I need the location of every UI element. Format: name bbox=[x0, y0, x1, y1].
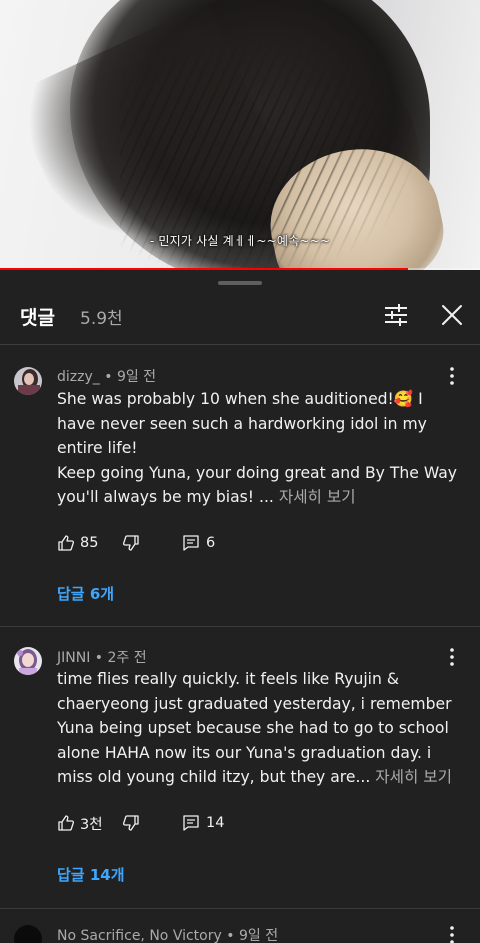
thumbs-down-icon bbox=[122, 535, 139, 551]
comment-author[interactable]: No Sacrifice, No Victory bbox=[57, 928, 222, 943]
comment-line: miss old young child itzy, but they are.… bbox=[57, 768, 371, 786]
read-more-link[interactable]: 자세히 보기 bbox=[375, 768, 452, 786]
avatar-image bbox=[14, 647, 42, 675]
comment-time: 9일 전 bbox=[238, 928, 279, 943]
comment-line: She was probably 10 when she auditioned!… bbox=[57, 390, 423, 408]
header-divider bbox=[0, 344, 480, 345]
comment-line: have never seen such a hardworking idol … bbox=[57, 414, 427, 433]
thumbs-up-icon bbox=[58, 815, 75, 831]
close-button[interactable] bbox=[436, 299, 468, 331]
comment-line: Yuna being upset because she had to go t… bbox=[57, 719, 449, 737]
more-options-button[interactable] bbox=[442, 365, 462, 387]
more-vert-icon bbox=[450, 648, 454, 666]
drag-handle[interactable] bbox=[218, 281, 262, 285]
comment-line: you'll always be my bias! ... bbox=[57, 488, 274, 506]
comment-time: 9일 전 bbox=[116, 369, 157, 385]
comment-separator bbox=[0, 626, 480, 627]
sort-button[interactable] bbox=[380, 299, 412, 331]
comment-author[interactable]: dizzy_ bbox=[57, 369, 100, 385]
reply-button[interactable]: 6 bbox=[182, 531, 215, 555]
thumbs-up-icon bbox=[58, 535, 75, 551]
comment-icon bbox=[183, 815, 199, 831]
more-vert-icon bbox=[450, 926, 454, 943]
meta-dot: • bbox=[94, 650, 108, 666]
more-vert-icon bbox=[450, 367, 454, 385]
reply-button[interactable]: 14 bbox=[182, 811, 224, 835]
comment-item: dizzy_ • 9일 전 She was probably 10 when s… bbox=[0, 361, 480, 621]
comments-count: 5.9천 bbox=[80, 309, 123, 329]
comment-separator bbox=[0, 908, 480, 909]
video-progress-bar[interactable] bbox=[0, 268, 480, 270]
comment-meta: No Sacrifice, No Victory • 9일 전 bbox=[57, 925, 278, 943]
comment-icon bbox=[183, 535, 199, 551]
video-progress-fill bbox=[0, 268, 408, 270]
close-icon bbox=[442, 305, 462, 325]
avatar-image bbox=[14, 367, 42, 395]
comment-actions: 3천 14 bbox=[57, 811, 417, 835]
comment-meta: dizzy_ • 9일 전 bbox=[57, 366, 156, 386]
comment-actions: 85 6 bbox=[57, 531, 417, 555]
comments-panel: 댓글 5.9천 dizzy_ • 9일 전 She was probably 1… bbox=[0, 271, 480, 943]
avatar[interactable] bbox=[14, 647, 42, 675]
more-options-button[interactable] bbox=[442, 924, 462, 943]
view-replies-button[interactable]: 답글 14개 bbox=[57, 864, 125, 885]
like-count: 3천 bbox=[80, 816, 103, 833]
view-replies-button[interactable]: 답글 6개 bbox=[57, 583, 114, 604]
comment-item: JINNI • 2주 전 time flies really quickly. … bbox=[0, 643, 480, 903]
avatar[interactable] bbox=[14, 925, 42, 943]
comment-meta: JINNI • 2주 전 bbox=[57, 647, 147, 667]
comment-line: Keep going Yuna, your doing great and By… bbox=[57, 463, 458, 482]
comments-header: 댓글 5.9천 bbox=[0, 293, 480, 341]
video-subtitle: - 민지가 사실 계ㅔㅔ~~예속~~~ bbox=[149, 234, 331, 248]
reply-count: 6 bbox=[206, 535, 216, 551]
dislike-button[interactable] bbox=[122, 531, 140, 555]
read-more-link[interactable]: 자세히 보기 bbox=[279, 488, 356, 506]
avatar[interactable] bbox=[14, 367, 42, 395]
reply-count: 14 bbox=[206, 815, 225, 831]
comment-line: chaeryeong just graduated yesterday, i r… bbox=[57, 694, 452, 713]
thumbs-down-icon bbox=[122, 815, 139, 831]
comment-item: No Sacrifice, No Victory • 9일 전 bbox=[0, 923, 480, 943]
sort-icon bbox=[385, 304, 407, 326]
comment-author[interactable]: JINNI bbox=[57, 650, 90, 666]
comment-line: entire life! bbox=[57, 439, 138, 457]
more-options-button[interactable] bbox=[442, 646, 462, 668]
comment-time: 2주 전 bbox=[107, 650, 147, 666]
like-count: 85 bbox=[80, 535, 99, 551]
comment-line: time flies really quickly. it feels like… bbox=[57, 670, 399, 688]
dislike-button[interactable] bbox=[122, 811, 140, 835]
comment-line: alone HAHA now its our Yuna's graduation… bbox=[57, 743, 432, 762]
comments-title: 댓글 bbox=[20, 307, 55, 329]
comment-text: time flies really quickly. it feels like… bbox=[57, 667, 457, 790]
meta-dot: • bbox=[226, 928, 239, 943]
meta-dot: • bbox=[104, 369, 117, 385]
comment-text: She was probably 10 when she auditioned!… bbox=[57, 387, 457, 510]
like-button[interactable]: 3천 bbox=[57, 811, 103, 835]
video-player[interactable]: - 민지가 사실 계ㅔㅔ~~예속~~~ bbox=[0, 0, 480, 270]
like-button[interactable]: 85 bbox=[57, 531, 98, 555]
